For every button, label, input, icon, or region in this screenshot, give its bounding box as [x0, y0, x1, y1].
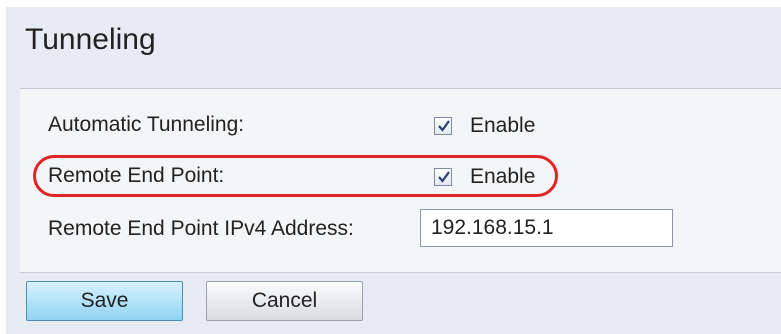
automatic-tunneling-enable-label: Enable: [470, 114, 536, 137]
checkmark-icon: [438, 171, 450, 183]
automatic-tunneling-label: Automatic Tunneling:: [48, 113, 245, 136]
settings-panel: Automatic Tunneling: Enable Remote End P…: [20, 88, 781, 273]
page-title: Tunneling: [25, 23, 156, 56]
remote-ipv4-input[interactable]: [420, 209, 673, 247]
remote-end-point-checkbox[interactable]: [434, 168, 452, 186]
remote-end-point-label: Remote End Point:: [48, 164, 225, 187]
tunneling-page: Tunneling Automatic Tunneling: Enable Re…: [6, 7, 781, 334]
automatic-tunneling-enable[interactable]: Enable: [434, 114, 535, 138]
automatic-tunneling-checkbox[interactable]: [434, 117, 452, 135]
cancel-button[interactable]: Cancel: [206, 281, 363, 321]
remote-end-point-enable[interactable]: Enable: [434, 165, 535, 189]
checkmark-icon: [438, 120, 450, 132]
remote-end-point-enable-label: Enable: [470, 165, 536, 188]
save-button[interactable]: Save: [26, 281, 183, 321]
remote-ipv4-label: Remote End Point IPv4 Address:: [48, 217, 354, 240]
